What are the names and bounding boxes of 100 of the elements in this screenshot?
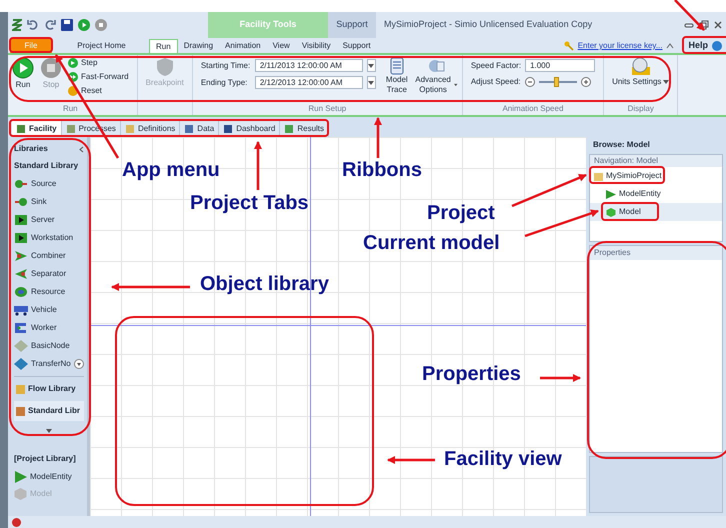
undo-icon[interactable] (27, 19, 39, 31)
reset-button[interactable]: Reset (68, 85, 129, 97)
caret-icon (368, 64, 374, 68)
diamond-icon (14, 340, 28, 352)
annotation-label: Object library (200, 274, 329, 294)
fast-forward-button[interactable]: Fast-Forward (68, 71, 129, 83)
stop-icon[interactable] (95, 19, 107, 31)
restore-icon[interactable] (699, 20, 709, 30)
tab-icon (124, 124, 135, 134)
speed-factor-field[interactable]: 1.000 (525, 59, 596, 72)
diamond-icon (14, 358, 28, 370)
highlight-frame (601, 202, 659, 221)
annotation-label: Project Tabs (190, 193, 309, 213)
server-icon (14, 232, 28, 244)
collapse-icon[interactable] (666, 43, 674, 49)
annotation-label: Project (427, 203, 495, 223)
play-icon (12, 57, 34, 79)
plus-icon[interactable] (580, 77, 591, 87)
caret-icon (368, 80, 374, 84)
library-button[interactable]: Standard Libr (14, 401, 84, 421)
dropdown-button[interactable] (366, 76, 376, 89)
tab-icon (16, 124, 26, 134)
save-icon[interactable] (61, 19, 73, 31)
reset-icon (68, 86, 78, 96)
tree-item[interactable]: ModelEntity (590, 185, 722, 203)
collapse-icon[interactable] (79, 146, 84, 152)
arrow (674, 0, 705, 31)
annotation-label: App menu (122, 160, 220, 180)
speed-slider[interactable] (538, 77, 577, 87)
units-settings-button[interactable]: Units Settings (612, 57, 670, 87)
library-icon (16, 406, 25, 416)
library-item[interactable]: Worker (31, 322, 57, 334)
model-trace-button[interactable]: Model Trace (382, 57, 412, 95)
redo-icon[interactable] (44, 19, 56, 31)
run-button[interactable]: Run (12, 57, 34, 97)
hexagon-icon (14, 488, 27, 500)
separator-icon (14, 268, 28, 280)
library-button[interactable]: Flow Library (14, 379, 84, 399)
arrow (254, 141, 262, 190)
triangle-icon (14, 471, 27, 483)
library-item[interactable]: Source (31, 178, 56, 190)
advanced-options-button[interactable]: Advanced Options (418, 57, 454, 95)
field-label: Speed Factor: (470, 60, 522, 72)
highlight-frame (682, 36, 726, 54)
ribbon-tab[interactable]: View (266, 39, 296, 53)
library-item[interactable]: Combiner (31, 250, 66, 262)
gauge-icon (630, 57, 651, 77)
tree-item[interactable]: MySimioProject (590, 167, 722, 185)
ribbon-tab[interactable]: Visibility (296, 39, 337, 53)
arrow (540, 374, 581, 382)
fast-forward-icon (68, 72, 78, 82)
vehicle-icon (14, 304, 28, 316)
library-item[interactable]: Sink (31, 196, 47, 208)
ribbon-tab[interactable]: Drawing (178, 39, 220, 53)
minus-icon[interactable] (524, 77, 535, 87)
annotation-label: Current model (363, 233, 500, 253)
tab-icon (223, 124, 234, 134)
panel-title: Properties (590, 246, 722, 260)
ribbon-tab[interactable]: Run (149, 39, 178, 53)
tab-icon (184, 124, 194, 134)
library-item[interactable]: TransferNo (31, 358, 71, 370)
tab-icon (284, 124, 294, 134)
library-item[interactable]: Separator (31, 268, 66, 280)
library-item[interactable]: ModelEntity (30, 471, 72, 483)
library-icon (16, 384, 25, 394)
caret-icon (46, 429, 52, 433)
scroll-down-icon[interactable] (74, 359, 84, 369)
ending-type-field[interactable]: 2/12/2013 12:00:00 AM (254, 76, 363, 89)
library-item[interactable]: Vehicle (31, 304, 57, 316)
ribbon-tab[interactable]: Project Home (54, 39, 149, 53)
step-button[interactable]: Step (68, 57, 129, 69)
key-icon (564, 41, 574, 51)
arrow (387, 456, 435, 464)
group-label: Display (626, 105, 655, 113)
source-icon (14, 178, 28, 190)
play-icon[interactable] (78, 19, 90, 31)
ribbon-tab[interactable]: Animation (219, 39, 267, 53)
dropdown-button[interactable] (366, 59, 376, 72)
section-title: Standard Library (14, 160, 80, 172)
field-label: Starting Time: (200, 60, 251, 72)
close-icon[interactable] (714, 21, 722, 29)
highlight-frame (9, 37, 53, 53)
slider-thumb[interactable] (554, 77, 559, 87)
sink-icon (14, 196, 28, 208)
library-item[interactable]: BasicNode (31, 340, 70, 352)
library-item[interactable]: Server (31, 214, 55, 226)
window-title: MySimioProject - Simio Unlicensed Evaluation Copy (383, 18, 592, 32)
ribbon-tab[interactable]: Support (336, 39, 377, 53)
caret-icon (663, 80, 670, 84)
library-item[interactable]: Workstation (31, 232, 74, 244)
panel-title: Browse: Model (592, 139, 651, 151)
group-label: Run Setup (307, 105, 348, 113)
starting-time-field[interactable]: 2/11/2013 12:00:00 AM (254, 59, 363, 72)
library-item[interactable]: Resource (31, 286, 66, 298)
field-label: Adjust Speed: (470, 76, 521, 88)
annotation-label: Properties (422, 364, 521, 384)
hexagon-icon (606, 208, 616, 216)
help-button[interactable]: Help (678, 39, 708, 53)
license-link[interactable]: Enter your license key... (578, 40, 662, 52)
triangle-icon (606, 190, 616, 198)
